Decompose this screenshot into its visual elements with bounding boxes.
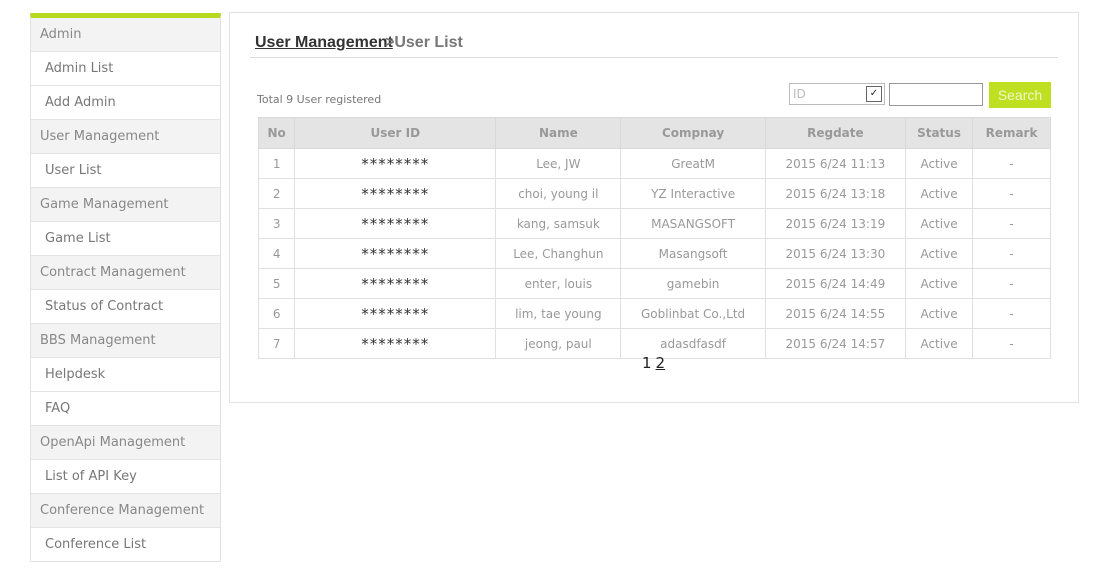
table-cell: gamebin (620, 268, 766, 299)
page-link[interactable]: 1 (642, 354, 652, 372)
table-cell: 2015 6/24 13:30 (764, 238, 906, 269)
sidebar-item[interactable]: Helpdesk (31, 358, 220, 392)
table-cell: ******** (294, 148, 497, 179)
table-cell: 5 (257, 268, 296, 299)
table-cell: 2015 6/24 13:19 (764, 208, 906, 239)
search-input[interactable] (889, 83, 983, 106)
table-cell: 2015 6/24 11:13 (764, 148, 906, 179)
table-row[interactable]: 4 ******** Lee, Changhun Masangsoft 2015 6/2… (257, 238, 1051, 269)
table-cell: 3 (257, 208, 296, 239)
table-row[interactable]: 5 ******** enter, louis gamebin 2015 6/24 14… (257, 268, 1051, 299)
sidebar-group[interactable]: User Management (31, 120, 220, 154)
main-panel: User Management >User List Total 9 User … (229, 12, 1079, 403)
table-row[interactable]: 1 ******** Lee, JW GreatM 2015 6/24 11:13 Act… (257, 148, 1051, 179)
table-cell: Lee, Changhun (495, 238, 622, 269)
column-header: Status (904, 117, 974, 149)
page-link[interactable]: 2 (656, 354, 666, 372)
table-cell: ******** (294, 268, 497, 299)
sidebar-item[interactable]: List of API Key (31, 460, 220, 494)
column-header: Remark (972, 117, 1051, 149)
table-row[interactable]: 2 ******** choi, young il YZ Interactive 201… (257, 178, 1051, 209)
search-field-select[interactable]: ID ✓ (789, 83, 885, 105)
table-cell: YZ Interactive (620, 178, 766, 209)
user-table: No User ID Name Compnay Regdate Status Remark … (257, 117, 1051, 359)
table-cell: Active (904, 208, 974, 239)
table-cell: jeong, paul (495, 328, 622, 359)
table-cell: Masangsoft (620, 238, 766, 269)
table-cell: 2015 6/24 14:55 (764, 298, 906, 329)
sidebar-group[interactable]: Game Management (31, 188, 220, 222)
table-row[interactable]: 3 ******** kang, samsuk MASANGSOFT 2015 6/24… (257, 208, 1051, 239)
table-cell: Active (904, 268, 974, 299)
table-cell: - (972, 148, 1051, 179)
search-button[interactable]: Search (989, 82, 1051, 108)
table-cell: kang, samsuk (495, 208, 622, 239)
table-cell: 2 (257, 178, 296, 209)
table-cell: lim, tae young (495, 298, 622, 329)
page-title: User Management >User List (250, 31, 1058, 58)
sidebar-group[interactable]: Contract Management (31, 256, 220, 290)
table-cell: Lee, JW (495, 148, 622, 179)
table-cell: 2015 6/24 13:18 (764, 178, 906, 209)
table-cell: ******** (294, 178, 497, 209)
table-cell: Active (904, 178, 974, 209)
table-cell: - (972, 298, 1051, 329)
table-cell: - (972, 268, 1051, 299)
table-cell: ******** (294, 328, 497, 359)
table-cell: Active (904, 328, 974, 359)
table-cell: - (972, 238, 1051, 269)
sidebar-group[interactable]: BBS Management (31, 324, 220, 358)
sidebar-nav: Admin Admin List Add Admin User Management U… (30, 13, 221, 562)
breadcrumb-current: >User List (385, 34, 463, 51)
table-cell: MASANGSOFT (620, 208, 766, 239)
table-cell: - (972, 208, 1051, 239)
pagination: 12 (642, 354, 669, 372)
table-cell: 6 (257, 298, 296, 329)
table-cell: ******** (294, 298, 497, 329)
table-cell: 4 (257, 238, 296, 269)
sidebar-item[interactable]: Add Admin (31, 86, 220, 120)
table-cell: 2015 6/24 14:49 (764, 268, 906, 299)
table-row[interactable]: 6 ******** lim, tae young Goblinbat Co.,Ltd… (257, 298, 1051, 329)
table-cell: Active (904, 238, 974, 269)
table-cell: Active (904, 298, 974, 329)
table-cell: ******** (294, 208, 497, 239)
table-cell: enter, louis (495, 268, 622, 299)
column-header: Compnay (620, 117, 766, 149)
chevron-down-icon[interactable]: ✓ (866, 86, 882, 102)
sidebar-item[interactable]: Status of Contract (31, 290, 220, 324)
sidebar-group[interactable]: Admin (31, 18, 220, 52)
column-header: Regdate (764, 117, 906, 149)
table-cell: ******** (294, 238, 497, 269)
sidebar-item[interactable]: User List (31, 154, 220, 188)
sidebar-group[interactable]: OpenApi Management (31, 426, 220, 460)
table-cell: - (972, 178, 1051, 209)
table-cell: choi, young il (495, 178, 622, 209)
column-header: User ID (294, 117, 497, 149)
table-cell: 1 (257, 148, 296, 179)
total-count: Total 9 User registered (257, 93, 382, 106)
table-cell: Goblinbat Co.,Ltd (620, 298, 766, 329)
table-cell: 7 (257, 328, 296, 359)
sidebar-item[interactable]: Admin List (31, 52, 220, 86)
breadcrumb-user-management[interactable]: User Management (255, 34, 393, 52)
sidebar-item[interactable]: FAQ (31, 392, 220, 426)
table-cell: - (972, 328, 1051, 359)
sidebar-item[interactable]: Game List (31, 222, 220, 256)
search-field-value: ID (793, 87, 806, 101)
table-header-row: No User ID Name Compnay Regdate Status Remark (257, 117, 1051, 149)
sidebar-item[interactable]: Conference List (31, 528, 220, 562)
column-header: Name (495, 117, 622, 149)
table-cell: 2015 6/24 14:57 (764, 328, 906, 359)
table-cell: Active (904, 148, 974, 179)
table-cell: GreatM (620, 148, 766, 179)
sidebar-group[interactable]: Conference Management (31, 494, 220, 528)
column-header: No (257, 117, 296, 149)
